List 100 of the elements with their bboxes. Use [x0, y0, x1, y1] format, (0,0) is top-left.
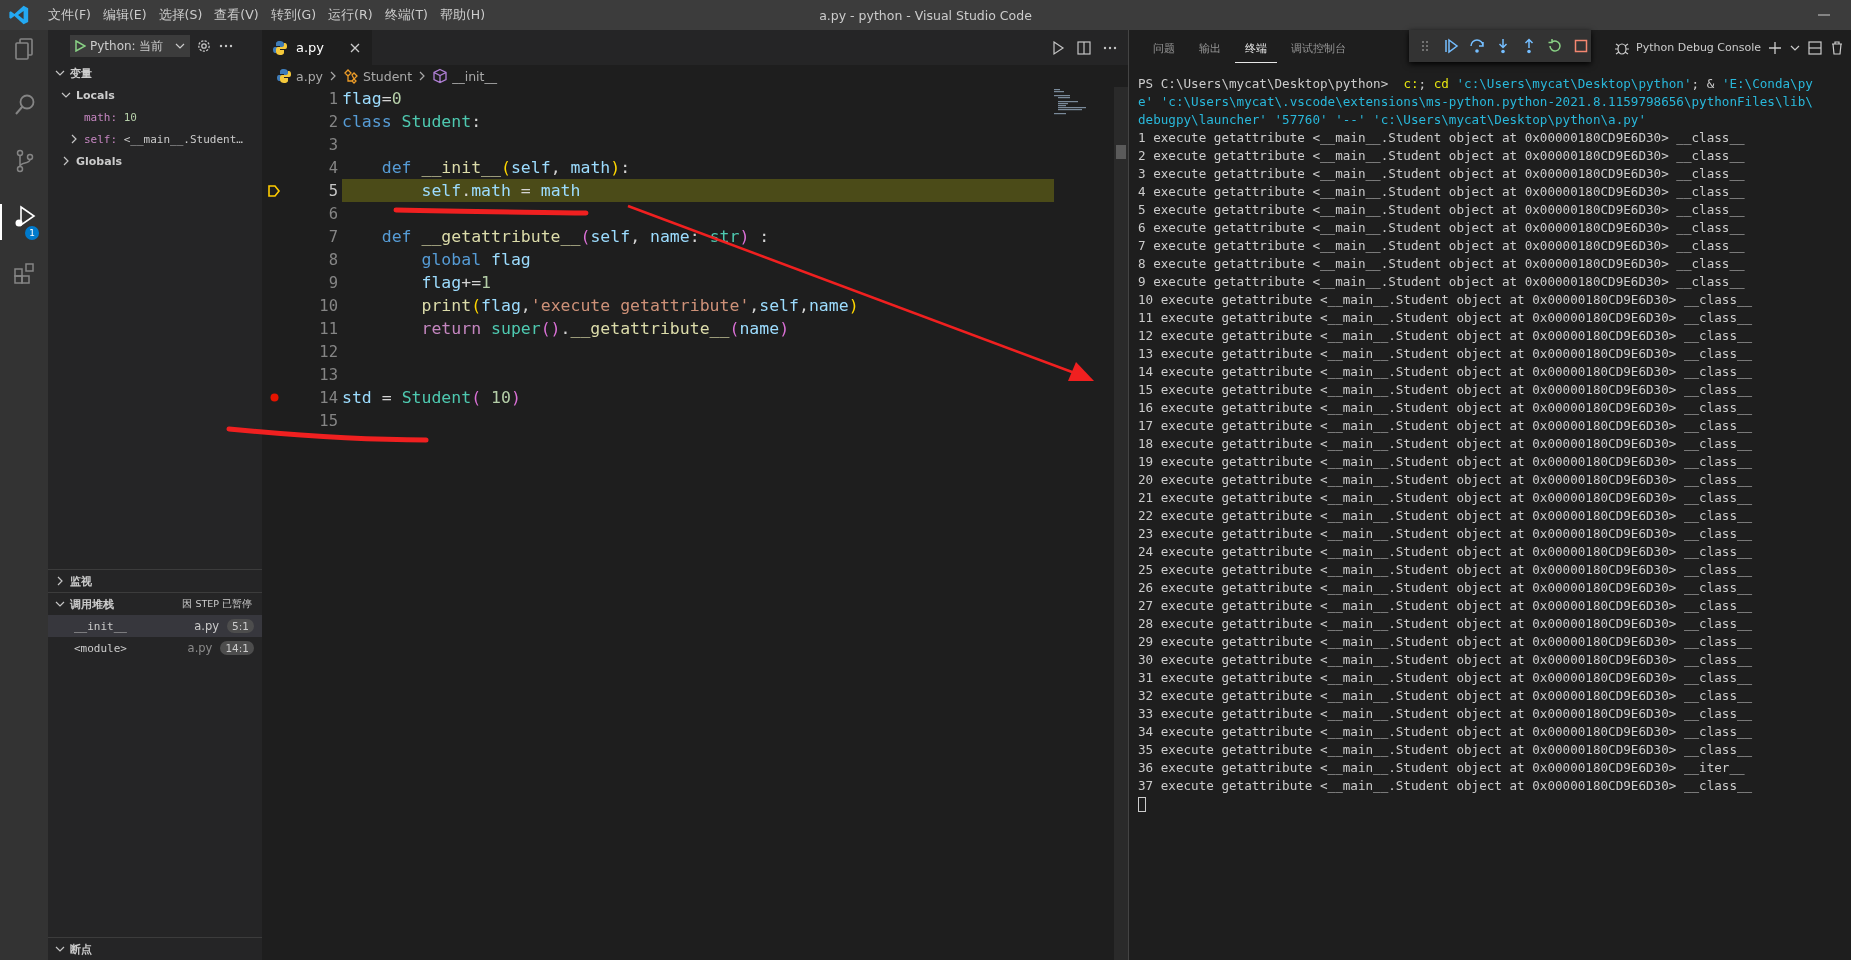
terminal-line: 35 execute getattribute <__main__.Student object at 0x00000180CD9E6D30> __class__: [1138, 741, 1754, 759]
breadcrumb[interactable]: Student: [362, 68, 413, 84]
section-title[interactable]: 监视: [70, 573, 92, 589]
code-line: global flag: [420, 250, 531, 269]
settings-icon[interactable]: [196, 38, 212, 54]
line-number: 13: [318, 365, 338, 384]
line-number: 9: [327, 273, 338, 292]
scrollbar-thumb[interactable]: [1116, 145, 1126, 159]
terminal-line: 2 execute getattribute <__main__.Student object at 0x00000180CD9E6D30> __class__: [1138, 147, 1746, 165]
stack-frame[interactable]: __init__ a.py 5:1: [48, 615, 262, 637]
branch-icon: [16, 149, 34, 173]
menu-item[interactable]: 运行(R): [322, 6, 379, 24]
line-number: 7: [327, 227, 338, 246]
terminal-line: 16 execute getattribute <__main__.Student object at 0x00000180CD9E6D30> __class__: [1138, 399, 1754, 417]
breakpoint-icon[interactable]: [269, 393, 279, 402]
stack-frame[interactable]: <module> a.py 14:1: [48, 637, 262, 659]
terminal-line: 18 execute getattribute <__main__.Student object at 0x00000180CD9E6D30> __class__: [1138, 435, 1754, 453]
terminal-line: 17 execute getattribute <__main__.Student object at 0x00000180CD9E6D30> __class__: [1138, 417, 1754, 435]
extensions-icon: [14, 263, 34, 284]
terminal-line: 24 execute getattribute <__main__.Student object at 0x00000180CD9E6D30> __class__: [1138, 543, 1754, 561]
terminal-line: 15 execute getattribute <__main__.Student object at 0x00000180CD9E6D30> __class__: [1138, 381, 1754, 399]
menu-item[interactable]: 编辑(E): [96, 6, 153, 24]
line-number: 10: [318, 296, 338, 315]
line-number: 8: [327, 250, 338, 269]
panel-tab[interactable]: 终端: [1235, 32, 1277, 63]
search-icon: [15, 94, 35, 115]
terminal-line: 32 execute getattribute <__main__.Student object at 0x00000180CD9E6D30> __class__: [1138, 687, 1754, 705]
terminal-line: 28 execute getattribute <__main__.Student object at 0x00000180CD9E6D30> __class__: [1138, 615, 1754, 633]
menu-item[interactable]: 查看(V): [208, 6, 265, 24]
terminal-line: 30 execute getattribute <__main__.Student object at 0x00000180CD9E6D30> __class__: [1138, 651, 1754, 669]
line-number: 15: [318, 411, 338, 430]
code-line: std = Student( 10): [342, 388, 521, 407]
terminal-line: 13 execute getattribute <__main__.Student object at 0x00000180CD9E6D30> __class__: [1138, 345, 1754, 363]
breadcrumb[interactable]: a.py: [296, 68, 323, 84]
step-over-icon[interactable]: [1469, 38, 1485, 54]
menu-item[interactable]: 文件(F): [42, 6, 97, 24]
restart-icon[interactable]: [1547, 38, 1563, 54]
terminal-line: PS C:\Users\mycat\Desktop\python> c:; cd 'c:\Users\mycat\Desktop\python'; & 'E:\Conda\py: [1138, 75, 1814, 93]
terminal-line: 6 execute getattribute <__main__.Student object at 0x00000180CD9E6D30> __class__: [1138, 219, 1746, 237]
code-line: return super().__getattribute__(name): [420, 319, 790, 338]
variable-entry[interactable]: math: 10: [84, 110, 137, 124]
split-terminal-icon[interactable]: [1807, 39, 1823, 56]
frame-file: a.py: [194, 619, 220, 633]
menu-item[interactable]: 转到(G): [264, 6, 323, 24]
terminal-line: 14 execute getattribute <__main__.Student object at 0x00000180CD9E6D30> __class__: [1138, 363, 1754, 381]
section-title[interactable]: 调用堆栈: [70, 596, 114, 612]
terminal-line: 36 execute getattribute <__main__.Student object at 0x00000180CD9E6D30> __iter__: [1138, 759, 1746, 777]
stop-icon[interactable]: [1573, 38, 1589, 54]
cube-icon: [432, 68, 449, 84]
menu-item[interactable]: 终端(T): [378, 6, 434, 24]
editor-tab[interactable]: a.py: [262, 30, 372, 65]
frame-name: __init__: [74, 619, 127, 633]
line-number: 6: [327, 204, 338, 223]
panel-tab[interactable]: 输出: [1189, 32, 1231, 63]
notification-badge: 1: [25, 226, 39, 240]
line-number: 1: [327, 89, 338, 108]
variable-entry[interactable]: self: <__main__.Student…: [84, 132, 243, 146]
plus-icon[interactable]: [1767, 39, 1783, 56]
menu-item[interactable]: 选择(S): [152, 6, 209, 24]
line-number: 12: [318, 342, 338, 361]
terminal-line: 29 execute getattribute <__main__.Student object at 0x00000180CD9E6D30> __class__: [1138, 633, 1754, 651]
terminal-cursor: [1138, 797, 1146, 812]
frame-name: <module>: [74, 641, 127, 655]
trash-icon[interactable]: [1829, 39, 1845, 56]
terminal-line: 12 execute getattribute <__main__.Student object at 0x00000180CD9E6D30> __class__: [1138, 327, 1754, 345]
python-icon: [272, 39, 288, 56]
terminal-line: 37 execute getattribute <__main__.Student object at 0x00000180CD9E6D30> __class__: [1138, 777, 1754, 795]
line-number: 2: [327, 112, 338, 131]
terminal-line: 9 execute getattribute <__main__.Student object at 0x00000180CD9E6D30> __class__: [1138, 273, 1746, 291]
menu-item[interactable]: 帮助(H): [433, 6, 492, 24]
terminal-name[interactable]: Python Debug Console: [1636, 41, 1761, 54]
terminal-line: 11 execute getattribute <__main__.Student object at 0x00000180CD9E6D30> __class__: [1138, 309, 1754, 327]
code-line: self.math = math: [420, 181, 581, 200]
section-title[interactable]: 变量: [70, 65, 92, 81]
terminal-line: 1 execute getattribute <__main__.Student object at 0x00000180CD9E6D30> __class__: [1138, 129, 1746, 147]
panel-tab[interactable]: 问题: [1143, 32, 1185, 63]
terminal-line: 23 execute getattribute <__main__.Student object at 0x00000180CD9E6D30> __class__: [1138, 525, 1754, 543]
code-line: class Student:: [342, 112, 482, 131]
line-number: 14: [318, 388, 338, 407]
terminal-line: 7 execute getattribute <__main__.Student object at 0x00000180CD9E6D30> __class__: [1138, 237, 1746, 255]
terminal-line: 33 execute getattribute <__main__.Student object at 0x00000180CD9E6D30> __class__: [1138, 705, 1754, 723]
terminal-line: 19 execute getattribute <__main__.Student object at 0x00000180CD9E6D30> __class__: [1138, 453, 1754, 471]
play-icon[interactable]: [1050, 39, 1066, 56]
terminal-line: 8 execute getattribute <__main__.Student object at 0x00000180CD9E6D30> __class__: [1138, 255, 1746, 273]
split-editor-icon[interactable]: [1076, 39, 1092, 56]
terminal-line: e' 'c:\Users\mycat\.vscode\extensions\ms-python.python-2021.8.1159798656\pythonFiles\lib\: [1138, 93, 1814, 111]
panel-tab[interactable]: 调试控制台: [1281, 32, 1356, 63]
scope-label[interactable]: Globals: [76, 154, 122, 168]
run-debug-icon: [15, 205, 36, 227]
frame-location: 5:1: [227, 619, 254, 633]
current-line-arrow-icon: [267, 183, 281, 198]
terminal-line: 4 execute getattribute <__main__.Student object at 0x00000180CD9E6D30> __class__: [1138, 183, 1746, 201]
section-title[interactable]: 断点: [70, 941, 92, 957]
terminal-line: 21 execute getattribute <__main__.Student object at 0x00000180CD9E6D30> __class__: [1138, 489, 1754, 507]
line-number: 11: [318, 319, 338, 338]
launch-config-select[interactable]: Python: 当前: [70, 35, 190, 57]
continue-icon[interactable]: [1443, 38, 1459, 54]
scope-label[interactable]: Locals: [76, 88, 115, 102]
terminal-line: 20 execute getattribute <__main__.Student object at 0x00000180CD9E6D30> __class__: [1138, 471, 1754, 489]
breadcrumb[interactable]: __init__: [452, 68, 497, 84]
